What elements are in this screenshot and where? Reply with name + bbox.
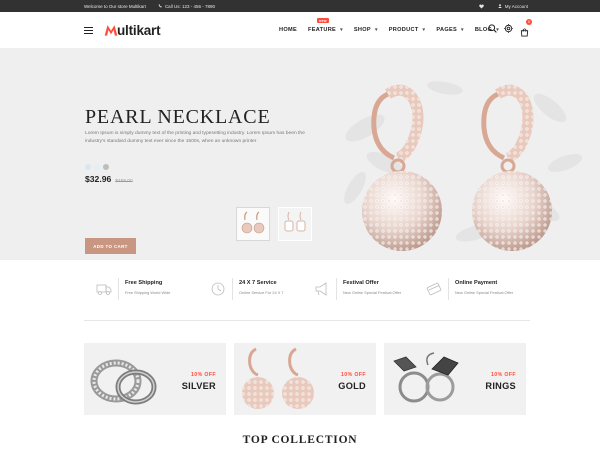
category-banner-silver[interactable]: 10% OFF SILVER xyxy=(84,343,226,415)
new-badge: new xyxy=(316,18,329,23)
clock-icon xyxy=(211,282,225,296)
service-text: 24 X 7 Service Online Service For 24 X 7 xyxy=(239,276,284,295)
service-subtitle: Online Service For 24 X 7 xyxy=(239,290,284,295)
service-divider xyxy=(232,278,233,300)
service-title: Free Shipping xyxy=(125,280,163,286)
logo-m-icon xyxy=(104,25,118,36)
earrings-hero-image xyxy=(362,84,552,251)
cart-count-badge: 0 xyxy=(526,19,532,25)
top-bar-right: My Account xyxy=(478,0,528,12)
product-thumbnails xyxy=(236,207,312,241)
service-24x7: 24 X 7 Service Online Service For 24 X 7 xyxy=(210,276,284,300)
nav-label: PRODUCT xyxy=(388,27,419,33)
category-name: RINGS xyxy=(485,381,516,391)
chevron-down-icon: ▾ xyxy=(461,27,464,33)
phone-contact: Call Us: 123 - 456 - 7890 xyxy=(158,4,215,9)
logo[interactable]: ultikart xyxy=(104,22,161,38)
square-earring-thumbnail-image xyxy=(284,211,306,232)
header-icons: 0 xyxy=(488,19,532,37)
settings-icon[interactable] xyxy=(504,24,513,33)
nav-label: FEATURE xyxy=(307,27,337,33)
earring-thumbnail-image xyxy=(241,211,265,234)
top-bar: Welcome to Our store Multikart Call Us: … xyxy=(0,0,600,12)
nav-item-feature[interactable]: new FEATURE ▾ xyxy=(307,18,343,33)
nav-item-shop[interactable]: SHOP ▾ xyxy=(354,27,378,33)
service-subtitle: New Online Special Festival Offer xyxy=(455,290,514,295)
service-free-shipping: Free Shipping Free Shipping World Wide xyxy=(96,276,170,300)
hero-description: Lorem Ipsum is simply dummy text of the … xyxy=(85,131,305,144)
heart-icon[interactable] xyxy=(478,4,484,9)
chevron-down-icon: ▾ xyxy=(374,27,378,33)
service-text: Festival Offer New Online Special Festiv… xyxy=(343,276,401,295)
service-title: 24 X 7 Service xyxy=(239,280,277,286)
current-price: $32.96 xyxy=(85,174,112,184)
discount-label: 10% OFF xyxy=(341,372,366,378)
top-bar-left: Welcome to Our store Multikart Call Us: … xyxy=(84,0,215,12)
hero-banner: PEARL NECKLACE Lorem Ipsum is simply dum… xyxy=(0,48,600,260)
discount-label: 10% OFF xyxy=(191,372,216,378)
nav-item-product[interactable]: PRODUCT ▾ xyxy=(389,27,426,33)
main-header: ultikart HOME new FEATURE ▾ SHOP ▾ PRODUCT ▾… xyxy=(0,12,600,48)
color-swatch[interactable] xyxy=(85,164,91,170)
nav-label: PAGES xyxy=(436,27,458,33)
color-swatches xyxy=(85,164,109,170)
thumbnail-rose-earring[interactable] xyxy=(236,207,270,241)
category-banner-rings[interactable]: 10% OFF RINGS xyxy=(384,343,526,415)
nav-item-home[interactable]: HOME xyxy=(279,27,297,33)
gold-earrings-image xyxy=(242,347,314,409)
service-online-payment: Online Payment New Online Special Festiv… xyxy=(426,276,513,300)
truck-icon xyxy=(96,284,112,295)
logo-text: ultikart xyxy=(117,22,161,38)
main-nav: HOME new FEATURE ▾ SHOP ▾ PRODUCT ▾ PAGES ▾ B… xyxy=(279,12,510,48)
bow-rings-image xyxy=(393,352,459,403)
nav-label: SHOP xyxy=(353,27,371,33)
service-text: Free Shipping Free Shipping World Wide xyxy=(125,276,170,295)
nav-item-pages[interactable]: PAGES ▾ xyxy=(436,27,463,33)
chevron-down-icon: ▾ xyxy=(340,27,343,33)
megaphone-icon xyxy=(315,282,327,296)
color-swatch[interactable] xyxy=(94,164,100,170)
my-account-label: My Account xyxy=(504,3,528,9)
service-festival-offer: Festival Offer New Online Special Festiv… xyxy=(314,276,401,300)
section-divider xyxy=(84,320,530,321)
phone-text: Call Us: 123 - 456 - 7890 xyxy=(164,3,215,9)
thumbnail-square-earring[interactable] xyxy=(278,207,312,241)
services-bar: Free Shipping Free Shipping World Wide 2… xyxy=(84,276,530,306)
user-icon xyxy=(497,4,502,8)
price: $32.96 $459.00 xyxy=(85,174,133,184)
discount-label: 10% OFF xyxy=(491,372,516,378)
welcome-text: Welcome to Our store Multikart xyxy=(84,3,146,9)
service-text: Online Payment New Online Special Festiv… xyxy=(455,276,513,295)
service-title: Festival Offer xyxy=(343,280,379,286)
card-icon xyxy=(426,282,442,296)
hero-title: PEARL NECKLACE xyxy=(85,106,271,128)
category-name: GOLD xyxy=(338,381,366,391)
hamburger-menu-icon[interactable] xyxy=(84,27,93,34)
service-divider xyxy=(448,278,449,300)
service-title: Online Payment xyxy=(455,280,498,286)
cart-icon xyxy=(520,28,529,37)
category-banner-gold[interactable]: 10% OFF GOLD xyxy=(234,343,376,415)
chevron-down-icon: ▾ xyxy=(422,27,426,33)
phone-icon xyxy=(158,4,162,8)
add-to-cart-button[interactable]: ADD TO CART xyxy=(85,238,136,254)
color-swatch[interactable] xyxy=(103,164,109,170)
old-price: $459.00 xyxy=(115,179,133,184)
section-title: TOP COLLECTION xyxy=(242,434,358,446)
category-name: SILVER xyxy=(181,381,216,391)
cart-button[interactable]: 0 xyxy=(520,19,532,37)
search-icon[interactable] xyxy=(488,24,497,33)
service-subtitle: New Online Special Festival Offer xyxy=(343,290,402,295)
my-account-link[interactable]: My Account xyxy=(497,3,528,9)
service-divider xyxy=(118,278,119,300)
service-subtitle: Free Shipping World Wide xyxy=(125,290,171,295)
service-divider xyxy=(336,278,337,300)
nav-label: HOME xyxy=(279,27,297,33)
silver-rings-image xyxy=(90,359,157,405)
